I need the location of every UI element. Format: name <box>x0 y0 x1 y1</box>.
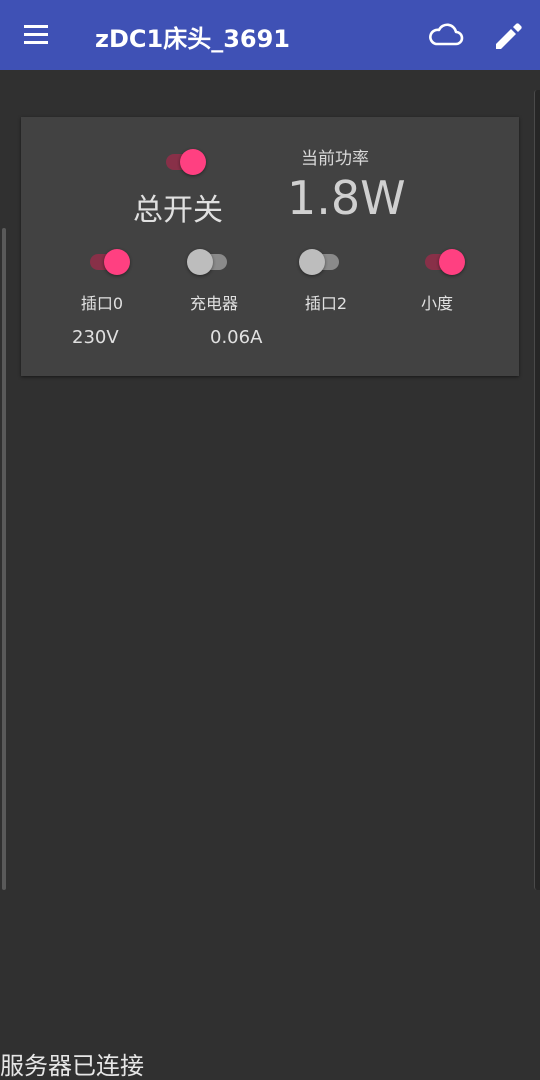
master-switch[interactable] <box>162 147 206 177</box>
scrollbar[interactable] <box>534 90 540 890</box>
plug-3-switch[interactable] <box>421 247 465 277</box>
switch-thumb <box>439 249 465 275</box>
power-label: 当前功率 <box>301 149 369 169</box>
plug-2-label: 插口2 <box>304 294 348 313</box>
switch-thumb <box>104 249 130 275</box>
device-card: 总开关 当前功率 1.8W 插口0 充电器 插口2 小度 230V 0.06A <box>21 117 519 376</box>
plug-0-label: 插口0 <box>80 294 124 313</box>
switch-thumb <box>180 149 206 175</box>
edit-button[interactable] <box>490 15 528 55</box>
switch-thumb <box>299 249 325 275</box>
cloud-button[interactable] <box>424 15 468 55</box>
plug-2-switch[interactable] <box>299 247 343 277</box>
hamburger-menu-icon <box>24 25 48 44</box>
app-bar: zDC1床头_3691 <box>0 0 540 70</box>
menu-button[interactable] <box>16 17 56 53</box>
voltage-reading: 230V <box>72 327 119 348</box>
plug-0-switch[interactable] <box>86 247 130 277</box>
master-switch-label: 总开关 <box>133 193 223 228</box>
connection-status: 服务器已连接 <box>0 1052 144 1080</box>
switch-thumb <box>187 249 213 275</box>
cloud-outline-icon <box>429 23 464 46</box>
plug-1-label: 充电器 <box>189 294 238 313</box>
device-title: zDC1床头_3691 <box>95 25 290 53</box>
current-reading: 0.06A <box>210 327 263 348</box>
left-drawer-edge <box>2 228 6 890</box>
plug-1-switch[interactable] <box>187 247 231 277</box>
pencil-icon <box>496 23 522 49</box>
plug-3-label: 小度 <box>420 294 453 313</box>
app-root: zDC1床头_3691 总开关 当前功率 1.8W 插口0 充电器 插口2 小度… <box>0 0 540 1080</box>
power-value: 1.8W <box>287 171 406 225</box>
